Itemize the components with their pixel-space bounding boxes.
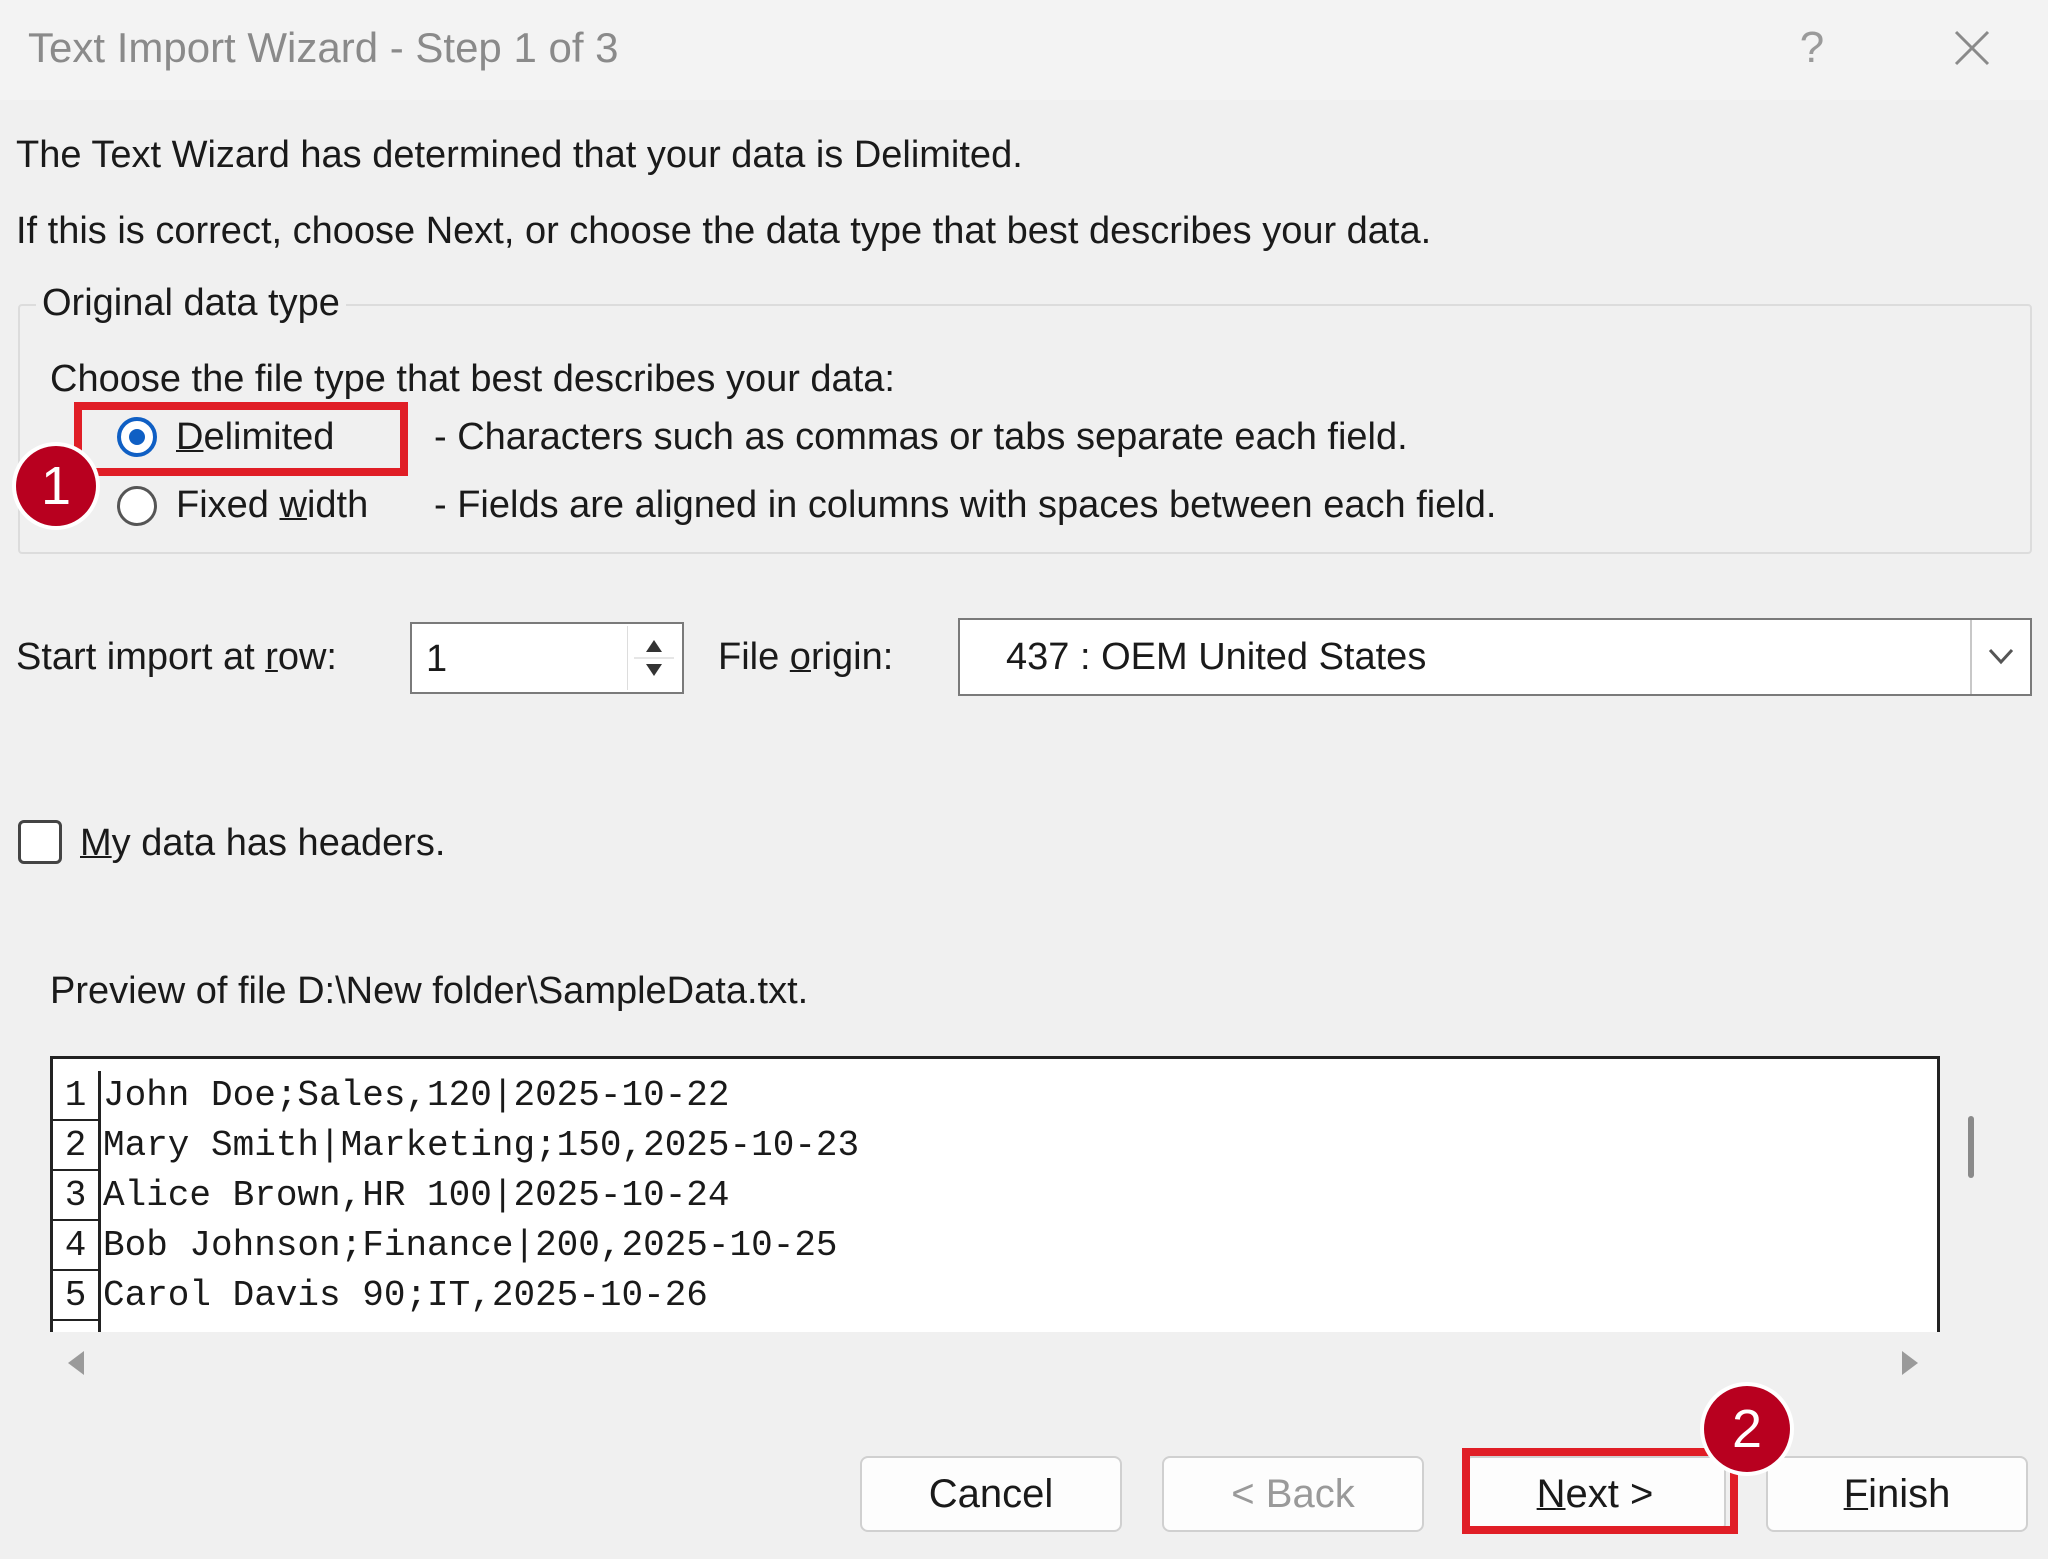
arrow-left-icon [68, 1351, 84, 1375]
preview-row: 3 Alice Brown,HR 100|2025-10-24 [53, 1171, 1937, 1221]
close-button[interactable] [1942, 18, 2002, 78]
stepper-buttons[interactable] [627, 626, 680, 690]
preview-row: 2 Mary Smith|Marketing;150,2025-10-23 [53, 1121, 1937, 1171]
row-text: Mary Smith|Marketing;150,2025-10-23 [103, 1125, 860, 1166]
row-number [53, 1321, 101, 1332]
step-badge-2: 2 [1704, 1386, 1790, 1472]
intro-line-2: If this is correct, choose Next, or choo… [16, 210, 1432, 252]
preview-label: Preview of file D:\New folder\SampleData… [50, 970, 809, 1012]
fixed-width-label[interactable]: Fixed width [176, 484, 368, 527]
chevron-down-icon [1988, 648, 2014, 665]
step-badge-1: 1 [16, 446, 96, 526]
row-number: 2 [53, 1121, 101, 1171]
row-number: 4 [53, 1221, 101, 1271]
row-text: Carol Davis 90;IT,2025-10-26 [103, 1275, 708, 1316]
file-origin-dropdown[interactable]: 437 : OEM United States [958, 618, 2032, 696]
dropdown-button[interactable] [1970, 620, 2030, 694]
fixed-width-radio[interactable] [117, 486, 157, 526]
delimited-description: - Characters such as commas or tabs sepa… [434, 416, 1408, 458]
row-number: 1 [53, 1071, 101, 1121]
finish-button[interactable]: Finish [1766, 1456, 2028, 1532]
close-icon [1954, 30, 1990, 66]
arrow-right-icon [1902, 1351, 1918, 1375]
row-text: Alice Brown,HR 100|2025-10-24 [103, 1175, 730, 1216]
file-origin-label: File origin: [718, 636, 894, 678]
highlight-delimited [74, 402, 408, 476]
row-number: 5 [53, 1271, 101, 1321]
preview-row: 1 John Doe;Sales,120|2025-10-22 [53, 1071, 1937, 1121]
vertical-scrollbar-thumb[interactable] [1968, 1116, 1974, 1178]
fixed-width-description: - Fields are aligned in columns with spa… [434, 484, 1497, 526]
window-title: Text Import Wizard - Step 1 of 3 [28, 24, 619, 71]
group-label: Original data type [36, 282, 346, 325]
scroll-left-button[interactable] [64, 1348, 88, 1383]
start-row-label: Start import at row: [16, 636, 337, 678]
row-text: Bob Johnson;Finance|200,2025-10-25 [103, 1225, 838, 1266]
spin-arrows-icon [634, 640, 674, 676]
back-button[interactable]: < Back [1162, 1456, 1424, 1532]
file-origin-value: 437 : OEM United States [1006, 636, 1427, 678]
help-button[interactable]: ? [1782, 18, 1842, 78]
headers-checkbox[interactable] [18, 820, 62, 864]
scroll-right-button[interactable] [1898, 1348, 1922, 1383]
row-number: 3 [53, 1171, 101, 1221]
intro-line-1: The Text Wizard has determined that your… [16, 134, 1023, 176]
cancel-button[interactable]: Cancel [860, 1456, 1122, 1532]
preview-row: 5 Carol Davis 90;IT,2025-10-26 [53, 1271, 1937, 1321]
preview-pane[interactable]: 1 John Doe;Sales,120|2025-10-22 2 Mary S… [50, 1056, 1940, 1332]
preview-row [53, 1321, 1937, 1332]
row-text: John Doe;Sales,120|2025-10-22 [103, 1075, 730, 1116]
headers-checkbox-label[interactable]: My data has headers. [80, 822, 445, 865]
start-row-stepper[interactable]: 1 [410, 622, 684, 694]
file-type-prompt: Choose the file type that best describes… [50, 358, 895, 400]
highlight-next [1462, 1448, 1738, 1534]
preview-row: 4 Bob Johnson;Finance|200,2025-10-25 [53, 1221, 1937, 1271]
start-row-value: 1 [426, 638, 448, 680]
